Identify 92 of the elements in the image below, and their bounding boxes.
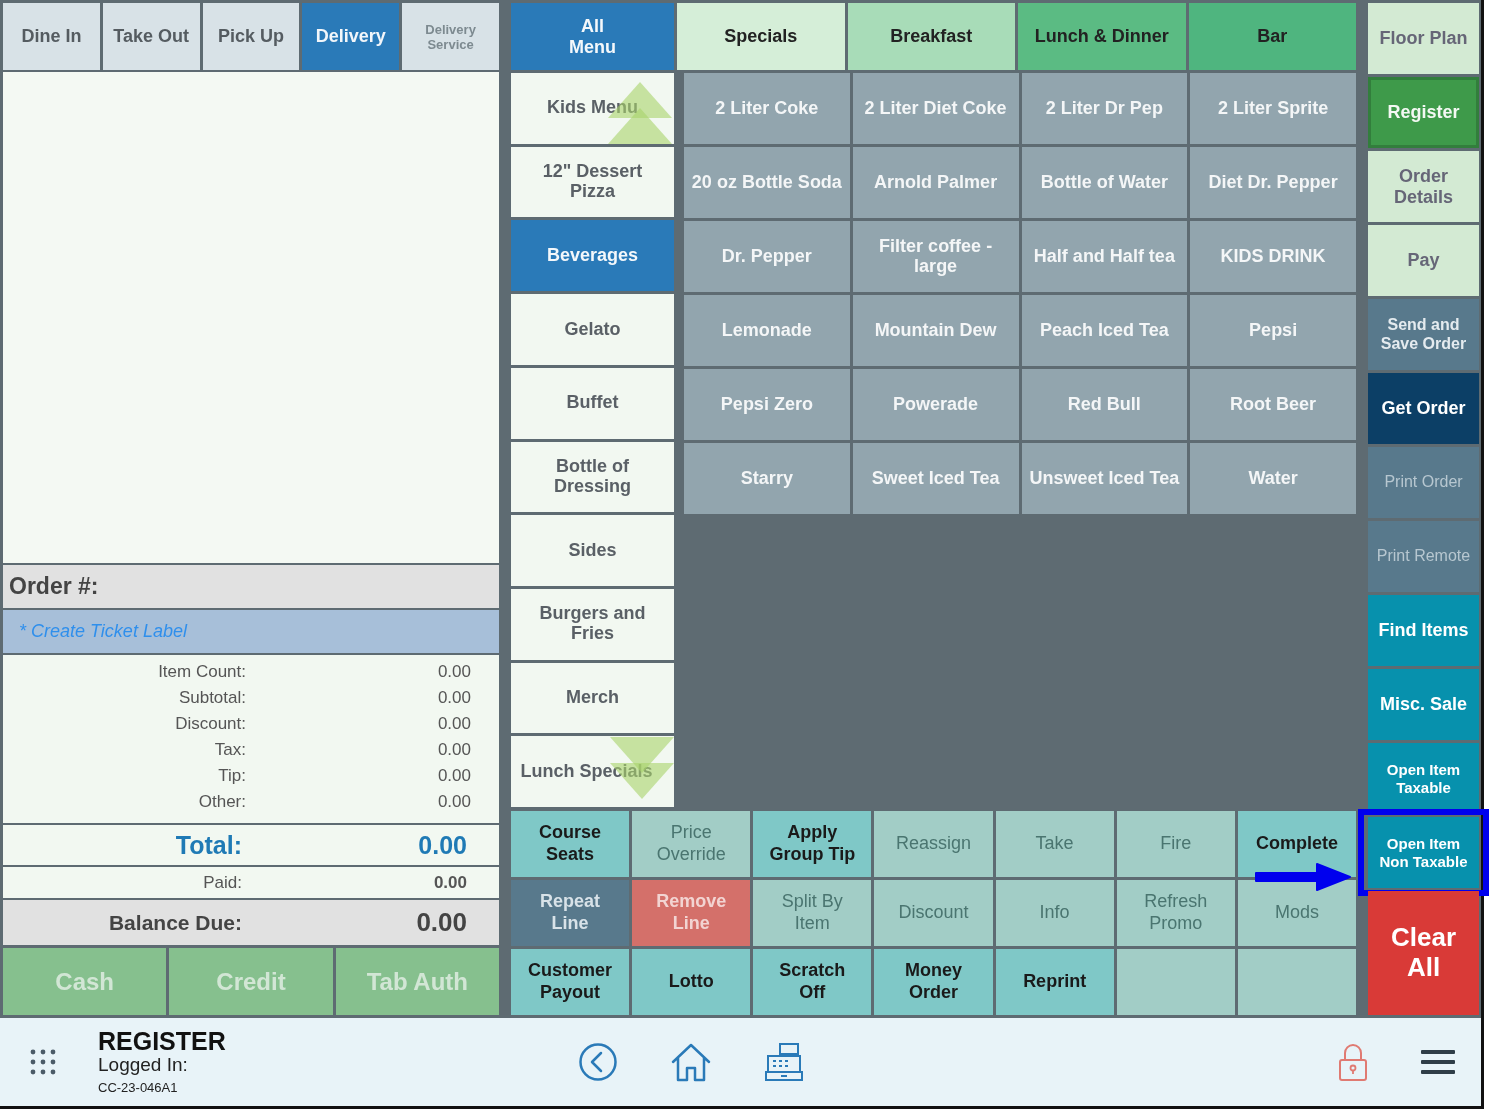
summary-value: 0.00 [436,766,471,786]
register-title: REGISTER [98,1029,227,1054]
menu-tab[interactable]: Breakfast [847,3,1015,70]
side-button[interactable]: Send and Save Order [1368,299,1479,370]
summary-label: Tip: [218,766,246,786]
side-button[interactable]: Floor Plan [1368,3,1479,74]
balance-due-label: Balance Due: [108,910,242,935]
summary-value: 0.00 [436,688,471,708]
menu-tab[interactable]: Lunch & Dinner [1018,3,1186,70]
category-button[interactable]: Buffet [511,367,674,439]
total-value: 0.00 [417,830,467,860]
side-button[interactable]: Get Order [1368,373,1479,444]
menu-item-button[interactable]: Arnold Palmer [852,147,1019,218]
menu-item-button[interactable]: Pepsi Zero [684,369,850,440]
menu-tab[interactable]: Bar [1188,3,1356,70]
menu-item-button[interactable]: 2 Liter Diet Coke [852,73,1019,144]
action-button[interactable]: Repeat Line [511,880,630,946]
summary-value: 0.00 [436,714,471,734]
category-button[interactable]: Burgers and Fries [511,588,674,660]
back-icon[interactable] [578,1042,618,1082]
summary-label: Subtotal: [178,688,246,708]
terminal-id: CC-23-046A1 [98,1080,179,1095]
menu-item-button[interactable]: Unsweet Iced Tea [1021,443,1188,514]
order-number-label: Order #: [9,573,99,600]
category-button[interactable]: Bottle of Dressing [511,441,674,513]
menu-item-button[interactable]: 20 oz Bottle Soda [684,147,850,218]
summary-label: Tax: [214,740,246,760]
summary-value: 0.00 [436,740,471,760]
side-button[interactable]: Pay [1368,225,1479,296]
menu-item-button[interactable]: Dr. Pepper [684,221,850,292]
menu-item-button[interactable]: Water [1190,443,1356,514]
menu-item-button[interactable]: KIDS DRINK [1190,221,1356,292]
side-button[interactable]: Find Items [1368,595,1479,666]
order-type-tab[interactable]: Delivery [302,3,400,70]
action-button[interactable]: Reprint [995,949,1114,1015]
menu-item-button[interactable]: Bottle of Water [1021,147,1188,218]
side-button[interactable]: Register [1368,77,1479,148]
summary-label: Item Count: [158,662,246,682]
create-ticket-label-link[interactable]: * Create Ticket Label [19,621,187,642]
menu-item-button[interactable]: Starry [684,443,850,514]
summary-label: Other: [198,792,246,812]
menu-item-button[interactable]: Powerade [852,369,1019,440]
action-button[interactable]: Scratch Off [753,949,872,1015]
menu-item-button[interactable]: Peach Iced Tea [1021,295,1188,366]
category-button[interactable]: Lunch Specials [511,736,674,808]
logged-in-label: Logged In: [98,1054,189,1076]
total-label: Total: [175,830,242,860]
lock-icon[interactable] [1337,1042,1369,1082]
category-button[interactable]: Beverages [511,220,674,292]
apps-grid-icon[interactable] [30,1049,56,1075]
menu-item-button[interactable]: 2 Liter Sprite [1190,73,1356,144]
side-button[interactable]: Misc. Sale [1368,669,1479,740]
menu-item-button[interactable]: Lemonade [684,295,850,366]
menu-item-button[interactable]: Pepsi [1190,295,1356,366]
menu-item-button[interactable]: Root Beer [1190,369,1356,440]
category-button[interactable]: 12" Dessert Pizza [511,146,674,218]
side-button[interactable]: Open Item Non Taxable [1368,817,1479,888]
category-button[interactable]: Kids Menu [511,73,674,144]
side-button[interactable]: Order Details [1368,151,1479,222]
category-button[interactable]: Gelato [511,294,674,365]
menu-tab[interactable]: Specials [677,3,845,70]
menu-item-button[interactable]: Filter coffee - large [852,221,1019,292]
action-button[interactable]: Remove Line [632,880,751,946]
action-button[interactable]: Lotto [632,949,751,1015]
order-type-tab[interactable]: Dine In [3,3,100,70]
cash-register-icon[interactable] [764,1042,804,1082]
summary-value: 0.00 [436,662,471,682]
menu-item-button[interactable]: 2 Liter Coke [684,73,850,144]
action-button[interactable]: Money Order [874,949,993,1015]
order-type-tab[interactable]: Pick Up [202,3,300,70]
menu-item-button[interactable]: Mountain Dew [852,295,1019,366]
category-button[interactable]: Merch [511,662,674,734]
summary-label: Discount: [175,714,246,734]
menu-item-button[interactable]: Sweet Iced Tea [852,443,1019,514]
home-icon[interactable] [670,1042,712,1082]
menu-icon[interactable] [1421,1049,1455,1075]
paid-label: Paid: [203,872,242,893]
menu-tab[interactable]: All Menu [511,3,674,70]
action-button[interactable]: Course Seats [511,811,630,877]
menu-item-button[interactable]: Diet Dr. Pepper [1190,147,1356,218]
action-button[interactable]: Customer Payout [511,949,630,1015]
menu-item-button[interactable]: 2 Liter Dr Pep [1021,73,1188,144]
menu-item-button[interactable]: Half and Half tea [1021,221,1188,292]
action-button[interactable]: Complete [1237,811,1356,877]
menu-item-button[interactable]: Red Bull [1021,369,1188,440]
balance-due-value: 0.00 [415,907,467,938]
order-type-tab[interactable]: Take Out [102,3,200,70]
action-button[interactable]: Apply Group Tip [753,811,872,877]
side-button[interactable]: Clear All [1368,891,1479,1015]
summary-value: 0.00 [436,792,471,812]
paid-value: 0.00 [432,872,467,893]
category-button[interactable]: Sides [511,515,674,586]
